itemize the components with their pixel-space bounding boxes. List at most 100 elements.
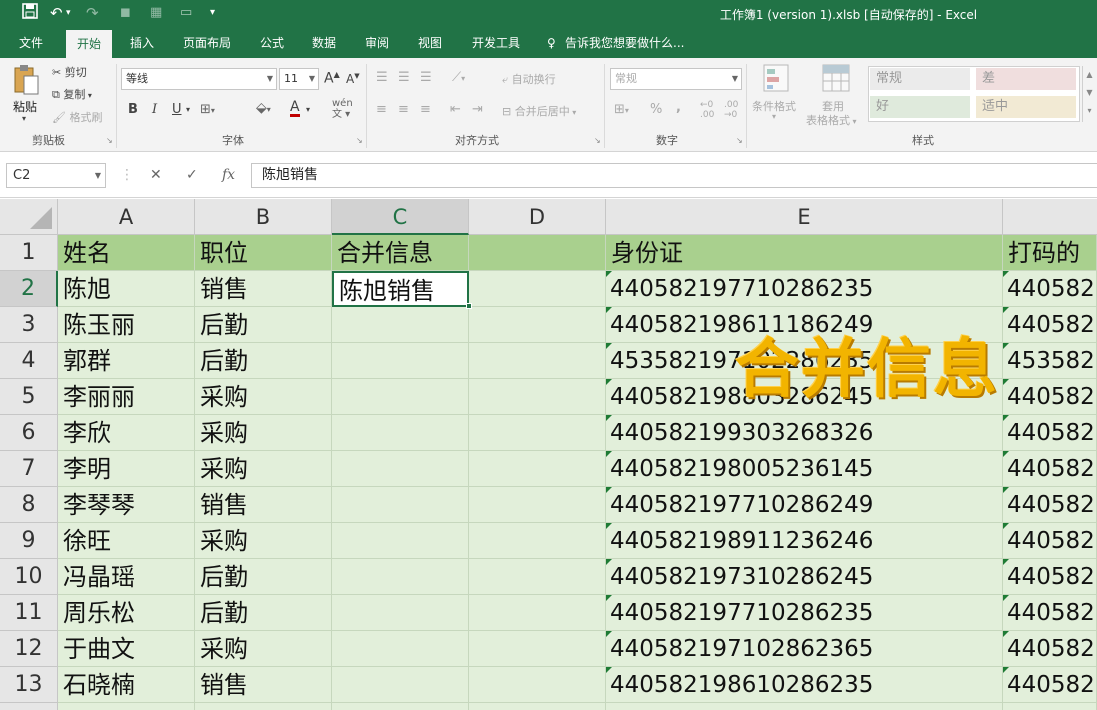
column-header-a[interactable]: A bbox=[58, 199, 195, 235]
table-format-icon[interactable] bbox=[822, 64, 850, 95]
camera-icon[interactable]: ◼ bbox=[120, 3, 131, 23]
tab-view[interactable]: 视图 bbox=[408, 28, 452, 58]
header-cell[interactable]: 职位 bbox=[195, 235, 332, 271]
font-color-dropdown-icon[interactable]: ▾ bbox=[306, 105, 310, 114]
wrap-text-button[interactable]: ⤶ 自动换行 bbox=[502, 71, 556, 87]
cell-empty[interactable] bbox=[469, 631, 606, 667]
cell-role[interactable]: 后勤 bbox=[195, 307, 332, 343]
tab-review[interactable]: 审阅 bbox=[355, 28, 399, 58]
row-header[interactable]: 12 bbox=[0, 631, 58, 667]
number-format-combo[interactable]: 常规 ▼ bbox=[610, 68, 742, 90]
align-left-icon[interactable]: ≡ bbox=[376, 102, 387, 117]
cell-role[interactable]: 后勤 bbox=[195, 595, 332, 631]
cell-name[interactable]: 徐旺 bbox=[58, 523, 195, 559]
cell-name[interactable]: 郭群 bbox=[58, 343, 195, 379]
row-header[interactable]: 4 bbox=[0, 343, 58, 379]
column-header-f[interactable] bbox=[1003, 199, 1097, 235]
redo-icon[interactable]: ↷ bbox=[86, 3, 99, 23]
cell-id[interactable]: 440582197102862365 bbox=[606, 631, 1003, 667]
cell-id[interactable]: 440582198005236145 bbox=[606, 451, 1003, 487]
cell-empty[interactable] bbox=[469, 307, 606, 343]
cell-merged[interactable] bbox=[332, 631, 469, 667]
style-good[interactable]: 好 bbox=[870, 96, 970, 118]
cell-id[interactable]: 440582199303268326 bbox=[606, 415, 1003, 451]
cell-merged[interactable] bbox=[332, 343, 469, 379]
cell-role[interactable]: 后勤 bbox=[195, 343, 332, 379]
font-name-combo[interactable]: 等线 ▼ bbox=[121, 68, 277, 90]
cell-id[interactable]: 440582197710286235 bbox=[606, 271, 1003, 307]
align-center-icon[interactable]: ≡ bbox=[398, 102, 409, 117]
cell-masked[interactable]: 440582 bbox=[1003, 667, 1097, 703]
cell-id[interactable]: 440582197310286245 bbox=[606, 559, 1003, 595]
cell-name[interactable]: 陈玉丽 bbox=[58, 307, 195, 343]
accounting-icon[interactable]: ⊞▾ bbox=[614, 102, 629, 117]
cell-empty[interactable] bbox=[469, 343, 606, 379]
header-cell[interactable]: 合并信息 bbox=[332, 235, 469, 271]
cell-masked[interactable]: 440582 bbox=[1003, 307, 1097, 343]
cell-role[interactable]: 销售 bbox=[195, 487, 332, 523]
chart-icon[interactable]: ▦ bbox=[150, 3, 162, 23]
cell-name[interactable] bbox=[58, 703, 195, 710]
row-header[interactable]: 2 bbox=[0, 271, 58, 307]
cell-role[interactable]: 采购 bbox=[195, 379, 332, 415]
conditional-format-icon[interactable] bbox=[763, 64, 789, 95]
cell-role[interactable]: 销售 bbox=[195, 271, 332, 307]
cell-name[interactable]: 李琴琴 bbox=[58, 487, 195, 523]
cell-masked[interactable]: 440582 bbox=[1003, 523, 1097, 559]
cell-empty[interactable] bbox=[469, 487, 606, 523]
paste-dropdown-icon[interactable]: ▾ bbox=[22, 114, 26, 123]
decrease-indent-icon[interactable]: ⇤ bbox=[450, 102, 461, 117]
cell-id[interactable] bbox=[606, 703, 1003, 710]
align-right-icon[interactable]: ≡ bbox=[420, 102, 431, 117]
cell-merged[interactable] bbox=[332, 379, 469, 415]
row-header[interactable]: 5 bbox=[0, 379, 58, 415]
font-size-combo[interactable]: 11 ▼ bbox=[279, 68, 319, 90]
cell-merged[interactable] bbox=[332, 523, 469, 559]
merge-center-button[interactable]: ⊟ 合并后居中 ▾ bbox=[502, 103, 576, 119]
underline-dropdown-icon[interactable]: ▾ bbox=[186, 105, 190, 114]
style-bad[interactable]: 差 bbox=[976, 68, 1076, 90]
cell-masked[interactable]: 440582 bbox=[1003, 631, 1097, 667]
borders-icon[interactable]: ⊞▾ bbox=[200, 102, 215, 117]
cell-masked[interactable]: 440582 bbox=[1003, 415, 1097, 451]
insert-function-icon[interactable]: fx bbox=[222, 163, 235, 188]
cell-masked[interactable]: 440582 bbox=[1003, 379, 1097, 415]
cell-role[interactable]: 后勤 bbox=[195, 559, 332, 595]
decrease-decimal-icon[interactable]: .00 →0 bbox=[724, 100, 738, 120]
italic-button[interactable]: I bbox=[152, 102, 157, 117]
paste-icon[interactable] bbox=[12, 64, 42, 95]
cell-merged[interactable] bbox=[332, 703, 469, 710]
row-header[interactable]: 1 bbox=[0, 235, 58, 271]
cell-empty[interactable] bbox=[469, 667, 606, 703]
undo-dropdown-icon[interactable]: ▾ bbox=[66, 3, 71, 23]
cell-merged[interactable] bbox=[332, 667, 469, 703]
cancel-icon[interactable]: ✕ bbox=[150, 163, 162, 188]
tab-data[interactable]: 数据 bbox=[302, 28, 346, 58]
cell-empty[interactable] bbox=[469, 703, 606, 710]
percent-button[interactable]: % bbox=[650, 102, 662, 117]
increase-decimal-icon[interactable]: ←0.00 bbox=[700, 100, 714, 120]
row-header[interactable]: 7 bbox=[0, 451, 58, 487]
cell-id[interactable]: 440582197710286235 bbox=[606, 595, 1003, 631]
formula-input[interactable]: 陈旭销售 bbox=[251, 163, 1097, 188]
cell-merged[interactable] bbox=[332, 487, 469, 523]
cell-name[interactable]: 李欣 bbox=[58, 415, 195, 451]
cell-role[interactable] bbox=[195, 703, 332, 710]
cell-empty[interactable] bbox=[469, 415, 606, 451]
cell-id[interactable]: 440582197710286249 bbox=[606, 487, 1003, 523]
style-neutral[interactable]: 适中 bbox=[976, 96, 1076, 118]
underline-button[interactable]: U bbox=[172, 102, 182, 117]
style-normal[interactable]: 常规 bbox=[870, 68, 970, 90]
row-header[interactable]: 6 bbox=[0, 415, 58, 451]
select-all-corner[interactable] bbox=[0, 199, 58, 235]
align-top-icon[interactable]: ☰ bbox=[376, 70, 388, 85]
cell-merged[interactable] bbox=[332, 559, 469, 595]
cell-name[interactable]: 于曲文 bbox=[58, 631, 195, 667]
cell-empty[interactable] bbox=[469, 451, 606, 487]
cell-role[interactable]: 采购 bbox=[195, 451, 332, 487]
cell-role[interactable]: 采购 bbox=[195, 415, 332, 451]
alignment-launcher-icon[interactable]: ↘ bbox=[594, 136, 601, 145]
cell-masked[interactable]: 440582 bbox=[1003, 595, 1097, 631]
row-header[interactable]: 11 bbox=[0, 595, 58, 631]
row-header[interactable]: 3 bbox=[0, 307, 58, 343]
